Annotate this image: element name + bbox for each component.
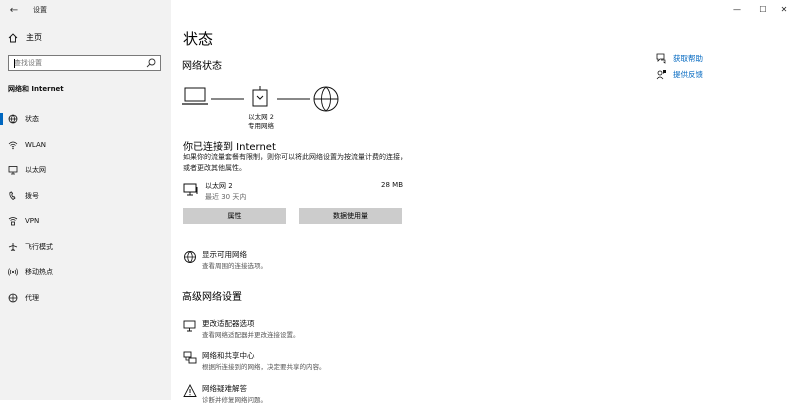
sidebar-item-wlan[interactable]: WLAN	[0, 133, 171, 157]
dialup-phone-icon	[8, 191, 18, 201]
search-input[interactable]	[9, 56, 144, 70]
sidebar-item-proxy[interactable]: 代理	[0, 286, 171, 310]
main-panel: — ☐ ✕ 状态 网络状态 以太网 2 专用网络 你已连接到 Internet …	[171, 0, 793, 404]
sidebar: ← 设置 主页 网络和 Internet 状态 WLAN 以太网 拨号 VPN …	[0, 0, 171, 400]
home-icon	[8, 32, 18, 42]
sidebar-item-vpn[interactable]: VPN	[0, 209, 171, 233]
feedback-person-icon	[656, 70, 666, 80]
sidebar-item-label: 拨号	[25, 192, 39, 200]
search-box[interactable]	[8, 55, 161, 71]
sharing-center-icon	[183, 351, 197, 364]
sidebar-item-label: 飞行模式	[25, 243, 53, 251]
feedback-link[interactable]: 提供反馈	[656, 69, 703, 80]
ethernet-data-usage: 28 MB	[381, 181, 403, 189]
get-help-label: 获取帮助	[673, 54, 703, 63]
ethernet-period: 最近 30 天内	[205, 193, 247, 201]
ethernet-icon	[8, 165, 18, 175]
sidebar-item-label: 状态	[25, 115, 39, 123]
close-button[interactable]: ✕	[770, 0, 793, 18]
sidebar-home[interactable]: 主页	[8, 32, 42, 43]
option-title: 网络疑难解答	[202, 384, 247, 393]
diagram-adapter-name: 以太网 2	[248, 113, 274, 121]
hotspot-icon	[8, 267, 18, 277]
proxy-globe-icon	[8, 293, 18, 303]
option-description: 查看网络适配器并更改连接设置。	[202, 331, 300, 339]
change-adapter-option[interactable]: 更改适配器选项 查看网络适配器并更改连接设置。	[183, 318, 403, 342]
connected-description: 如果你的流量套餐有限制，则你可以将此网络设置为按流量计费的连接，或者更改其他属性…	[183, 153, 407, 172]
minimize-button[interactable]: —	[723, 0, 751, 18]
troubleshoot-option[interactable]: 网络疑难解答 诊断并修复网络问题。	[183, 383, 403, 407]
advanced-heading: 高级网络设置	[182, 292, 242, 303]
warning-triangle-icon	[183, 384, 197, 397]
wifi-icon	[8, 140, 18, 150]
text-caret	[14, 59, 15, 68]
back-arrow-icon[interactable]: ←	[6, 2, 22, 18]
sidebar-item-hotspot[interactable]: 移动热点	[0, 260, 171, 284]
sidebar-item-label: 代理	[25, 294, 39, 302]
sidebar-item-status[interactable]: 状态	[0, 107, 171, 131]
laptop-icon	[182, 87, 208, 105]
sidebar-item-label: WLAN	[25, 141, 47, 149]
page-title: 状态	[183, 30, 214, 48]
option-description: 诊断并修复网络问题。	[202, 396, 267, 404]
sidebar-item-dialup[interactable]: 拨号	[0, 184, 171, 208]
sidebar-home-label: 主页	[26, 33, 42, 42]
sidebar-item-label: VPN	[25, 217, 40, 225]
globe-status-icon	[8, 114, 18, 124]
adapter-monitor-icon	[183, 320, 196, 332]
network-status-heading: 网络状态	[182, 61, 222, 72]
connected-title: 你已连接到 Internet	[183, 142, 276, 153]
network-globe-icon	[184, 251, 196, 263]
show-networks-option[interactable]: 显示可用网络 查看周围的连接选项。	[183, 249, 403, 273]
section-title: 网络和 Internet	[8, 85, 64, 93]
feedback-label: 提供反馈	[673, 70, 703, 79]
sidebar-item-airplane[interactable]: 飞行模式	[0, 235, 171, 259]
sharing-center-option[interactable]: 网络和共享中心 根据所连接到的网络，决定要共享的内容。	[183, 350, 403, 374]
chat-help-icon	[656, 53, 666, 64]
properties-button[interactable]: 属性	[183, 208, 286, 224]
vpn-icon	[8, 216, 18, 226]
sidebar-item-ethernet[interactable]: 以太网	[0, 158, 171, 182]
diagram-network-type: 专用网络	[248, 122, 274, 130]
ethernet-monitor-icon	[183, 183, 198, 196]
data-usage-button[interactable]: 数据使用量	[299, 208, 402, 224]
sidebar-item-label: 以太网	[25, 166, 46, 174]
sidebar-item-label: 移动热点	[25, 268, 53, 276]
ethernet-usage-row: 以太网 2 最近 30 天内 28 MB	[183, 180, 403, 204]
window-title: 设置	[33, 6, 47, 14]
ethernet-name: 以太网 2	[205, 182, 233, 190]
option-title: 网络和共享中心	[202, 351, 255, 360]
ethernet-adapter-icon	[252, 86, 268, 107]
option-description: 根据所连接到的网络，决定要共享的内容。	[202, 363, 326, 371]
internet-globe-icon	[313, 86, 339, 112]
diagram-label: 以太网 2 专用网络	[241, 113, 281, 131]
option-description: 查看周围的连接选项。	[202, 262, 267, 270]
get-help-link[interactable]: 获取帮助	[656, 53, 703, 64]
airplane-icon	[8, 242, 18, 252]
option-title: 更改适配器选项	[202, 319, 255, 328]
search-icon[interactable]	[146, 58, 156, 68]
option-title: 显示可用网络	[202, 250, 247, 259]
